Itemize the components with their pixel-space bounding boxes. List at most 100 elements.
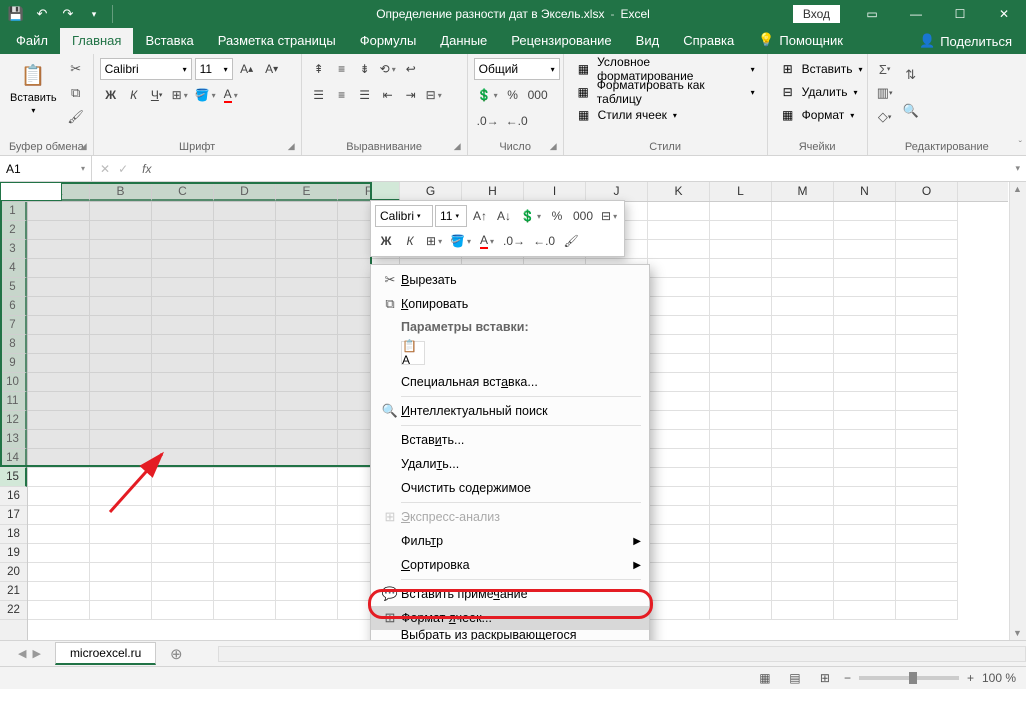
cell[interactable] [90,563,152,582]
cell[interactable] [896,354,958,373]
paste-button[interactable]: 📋 Вставить ▾ [6,58,61,117]
cell[interactable] [152,601,214,620]
align-right-icon[interactable]: ☰ [354,84,376,106]
dialog-launcher-icon[interactable]: ◢ [550,141,557,152]
cell[interactable] [710,373,772,392]
cell[interactable] [276,544,338,563]
cell[interactable] [648,544,710,563]
cell[interactable] [896,449,958,468]
orientation-icon[interactable]: ⟲ [377,58,399,80]
cell[interactable] [834,430,896,449]
mini-accounting-icon[interactable]: 💲 [517,205,544,227]
cell[interactable] [648,468,710,487]
normal-view-icon[interactable]: ▦ [754,669,776,687]
cell[interactable] [896,278,958,297]
column-header[interactable]: M [772,182,834,201]
cell[interactable] [834,297,896,316]
formula-input[interactable] [157,156,1009,181]
cell[interactable] [648,354,710,373]
row-header[interactable]: 19 [0,544,27,563]
cell[interactable] [772,544,834,563]
cell[interactable] [28,563,90,582]
cell[interactable] [648,487,710,506]
tab-formulas[interactable]: Формулы [348,28,429,54]
cell[interactable] [772,354,834,373]
fill-icon[interactable]: ▥▾ [874,82,896,104]
ribbon-options-icon[interactable]: ▭ [850,0,894,28]
column-header[interactable]: N [834,182,896,201]
accounting-format-icon[interactable]: 💲 [474,84,501,106]
cell[interactable] [214,563,276,582]
mini-percent-icon[interactable]: % [546,205,568,227]
font-size-combo[interactable]: 11▾ [195,58,233,80]
cell[interactable] [28,525,90,544]
mini-italic-icon[interactable]: К [399,230,421,252]
qat-customize-icon[interactable]: ▾ [82,2,106,26]
align-middle-icon[interactable]: ≡ [331,58,353,80]
cell[interactable] [772,468,834,487]
cell[interactable] [834,335,896,354]
sheet-tab[interactable]: microexcel.ru [55,642,156,665]
cell[interactable] [648,297,710,316]
sort-filter-icon[interactable]: ⇅ [900,58,922,92]
borders-icon[interactable]: ⊞ [169,84,191,106]
cell[interactable] [896,544,958,563]
cell[interactable] [648,316,710,335]
mini-font-color-icon[interactable]: A [476,230,498,252]
column-header[interactable]: J [586,182,648,201]
font-color-icon[interactable]: A [220,84,242,106]
cell[interactable] [152,582,214,601]
zoom-in-icon[interactable]: + [967,671,974,685]
delete-cells-button[interactable]: ⊟Удалить▾ [774,81,864,103]
cell[interactable] [710,202,772,221]
cell[interactable] [834,373,896,392]
row-header[interactable]: 16 [0,487,27,506]
merge-icon[interactable]: ⊟ [423,84,445,106]
cell[interactable] [834,601,896,620]
cell[interactable] [648,411,710,430]
decrease-indent-icon[interactable]: ⇤ [377,84,399,106]
row-header[interactable]: 15 [0,468,27,487]
cell[interactable] [896,392,958,411]
font-name-combo[interactable]: Calibri▾ [100,58,192,80]
cell[interactable] [834,506,896,525]
cell[interactable] [152,525,214,544]
cell[interactable] [834,392,896,411]
mini-comma-icon[interactable]: 000 [570,205,596,227]
cell[interactable] [896,430,958,449]
menu-copy[interactable]: ⧉Копировать [371,292,649,316]
column-header[interactable]: L [710,182,772,201]
cell[interactable] [834,449,896,468]
row-header[interactable]: 18 [0,525,27,544]
cell[interactable] [648,506,710,525]
close-icon[interactable]: ✕ [982,0,1026,28]
menu-insert-comment[interactable]: 💬Вставить примечание [371,582,649,606]
cell[interactable] [772,601,834,620]
cell[interactable] [90,525,152,544]
name-box[interactable]: A1▾ [0,156,92,181]
format-as-table-button[interactable]: ▦Форматировать как таблицу▾ [570,81,761,103]
cell[interactable] [772,316,834,335]
cell[interactable] [648,525,710,544]
mini-merge-icon[interactable]: ⊟ [598,205,620,227]
share-button[interactable]: 👤 Поделиться [905,28,1026,54]
cell[interactable] [834,563,896,582]
cell[interactable] [152,563,214,582]
cell[interactable] [648,449,710,468]
cell[interactable] [648,563,710,582]
menu-format-cells[interactable]: ⊞Формат ячеек... [371,606,649,630]
cell[interactable] [834,278,896,297]
cell[interactable] [90,544,152,563]
cell[interactable] [276,601,338,620]
cell[interactable] [710,221,772,240]
column-header[interactable]: H [462,182,524,201]
mini-dec-decimal-icon[interactable]: ←.0 [530,230,558,252]
cell[interactable] [896,335,958,354]
cell[interactable] [648,392,710,411]
paste-option-icon[interactable]: 📋A [401,341,425,365]
menu-delete[interactable]: Удалить... [371,452,649,476]
insert-cells-button[interactable]: ⊞Вставить▾ [774,58,869,80]
cell[interactable] [276,487,338,506]
fx-icon[interactable]: fx [136,162,157,176]
cell[interactable] [648,430,710,449]
